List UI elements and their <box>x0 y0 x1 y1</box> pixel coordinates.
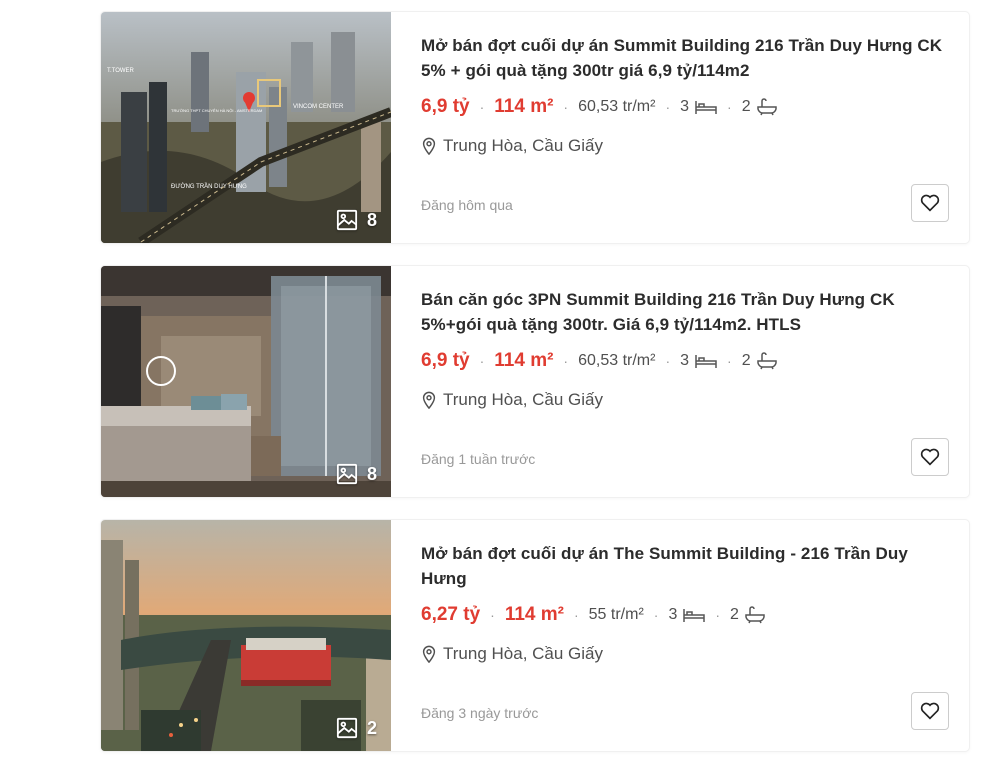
listing-card[interactable]: T.TOWER TRƯỜNG THPT CHUYÊN HÀ NỘI - AMST… <box>101 12 969 243</box>
separator-dot: · <box>479 99 485 115</box>
listing-title[interactable]: Bán căn góc 3PN Summit Building 216 Trần… <box>421 287 951 337</box>
listing-title[interactable]: Mở bán đợt cuối dự án The Summit Buildin… <box>421 541 951 591</box>
favorite-button[interactable] <box>911 692 949 730</box>
listing-location: Trung Hòa, Cầu Giấy <box>421 136 603 156</box>
separator-dot: · <box>573 607 579 623</box>
listing-location: Trung Hòa, Cầu Giấy <box>421 644 603 664</box>
image-icon <box>336 717 358 739</box>
photo-count: 8 <box>336 463 377 485</box>
listing-info: Bán căn góc 3PN Summit Building 216 Trần… <box>421 266 969 497</box>
bathroom-count: 2 <box>730 606 765 624</box>
separator-dot: · <box>727 99 732 115</box>
separator-dot: · <box>665 353 671 369</box>
listing-thumbnail[interactable]: 2 <box>101 520 391 751</box>
listing-meta: 6,9 tỷ · 114 m² · 60,53 tr/m² · 3 · 2 <box>421 350 777 372</box>
heart-icon <box>920 702 940 720</box>
listing-location-text: Trung Hòa, Cầu Giấy <box>443 136 603 155</box>
listing-area: 114 m² <box>494 96 554 117</box>
bedroom-count-value: 3 <box>680 352 690 369</box>
listing-info: Mở bán đợt cuối dự án The Summit Buildin… <box>421 520 969 751</box>
listing-price: 6,9 tỷ <box>421 350 470 371</box>
listing-meta: 6,9 tỷ · 114 m² · 60,53 tr/m² · 3 · 2 <box>421 96 777 118</box>
bed-icon <box>695 355 717 368</box>
bathtub-icon <box>756 98 777 116</box>
photo-count-value: 8 <box>366 463 377 484</box>
separator-dot: · <box>653 607 659 623</box>
bathroom-count: 2 <box>742 98 777 116</box>
image-label-road: ĐƯỜNG TRẦN DUY HƯNG <box>171 183 247 190</box>
favorite-button[interactable] <box>911 184 949 222</box>
bathroom-count-value: 2 <box>730 606 739 623</box>
image-label-school: TRƯỜNG THPT CHUYÊN HÀ NỘI - AMSTERDAM <box>171 108 262 113</box>
listing-location-text: Trung Hòa, Cầu Giấy <box>443 390 603 409</box>
heart-icon <box>920 448 940 466</box>
map-pin-icon <box>422 391 436 409</box>
listing-title[interactable]: Mở bán đợt cuối dự án Summit Building 21… <box>421 33 951 83</box>
listing-location-text: Trung Hòa, Cầu Giấy <box>443 644 603 663</box>
bathroom-count-value: 2 <box>741 352 751 369</box>
bedroom-count: 3 <box>680 98 717 116</box>
bedroom-count: 3 <box>668 606 706 624</box>
listing-meta: 6,27 tỷ · 114 m² · 55 tr/m² · 3 · 2 <box>421 604 765 626</box>
bedroom-count-value: 3 <box>680 98 690 115</box>
map-pin-icon <box>422 137 436 155</box>
listing-price-per-m2: 55 tr/m² <box>588 606 644 623</box>
image-icon <box>336 463 358 485</box>
bed-icon <box>695 101 717 114</box>
listing-info: Mở bán đợt cuối dự án Summit Building 21… <box>421 12 969 243</box>
bed-icon <box>683 609 706 622</box>
separator-dot: · <box>563 353 569 369</box>
bathroom-count: 2 <box>742 352 777 370</box>
bedroom-count-value: 3 <box>668 606 678 623</box>
separator-dot: · <box>490 607 495 623</box>
separator-dot: · <box>715 607 721 623</box>
bathroom-count-value: 2 <box>741 98 751 115</box>
image-icon <box>336 209 358 231</box>
listing-price-per-m2: 60,53 tr/m² <box>578 352 656 369</box>
favorite-button[interactable] <box>911 438 949 476</box>
photo-count-value: 2 <box>366 717 377 738</box>
listing-area: 114 m² <box>494 350 554 371</box>
separator-dot: · <box>727 353 732 369</box>
heart-icon <box>920 194 940 212</box>
listing-card[interactable]: 2 Mở bán đợt cuối dự án The Summit Build… <box>101 520 969 751</box>
image-label-vincom: VINCOM CENTER <box>293 104 344 110</box>
bathtub-icon <box>756 352 777 370</box>
listing-thumbnail[interactable]: T.TOWER TRƯỜNG THPT CHUYÊN HÀ NỘI - AMST… <box>101 12 391 243</box>
photo-count: 8 <box>336 209 377 231</box>
listing-card[interactable]: 8 Bán căn góc 3PN Summit Building 216 Tr… <box>101 266 969 497</box>
photo-count-value: 8 <box>366 209 377 230</box>
bedroom-count: 3 <box>680 352 717 370</box>
listing-price-per-m2: 60,53 tr/m² <box>578 98 656 115</box>
listing-area: 114 m² <box>504 604 564 625</box>
listing-posted-time: Đăng 1 tuần trước <box>421 451 536 467</box>
photo-count: 2 <box>336 717 377 739</box>
separator-dot: · <box>563 99 569 115</box>
separator-dot: · <box>479 353 485 369</box>
listing-price: 6,27 tỷ <box>421 604 481 625</box>
listing-price: 6,9 tỷ <box>421 96 470 117</box>
map-pin-icon <box>422 645 436 663</box>
image-label-tower: T.TOWER <box>107 68 135 74</box>
separator-dot: · <box>665 99 671 115</box>
bathtub-icon <box>745 606 765 624</box>
listing-posted-time: Đăng 3 ngày trước <box>421 705 539 721</box>
listing-location: Trung Hòa, Cầu Giấy <box>421 390 603 410</box>
listing-thumbnail[interactable]: 8 <box>101 266 391 497</box>
listing-posted-time: Đăng hôm qua <box>421 197 513 213</box>
